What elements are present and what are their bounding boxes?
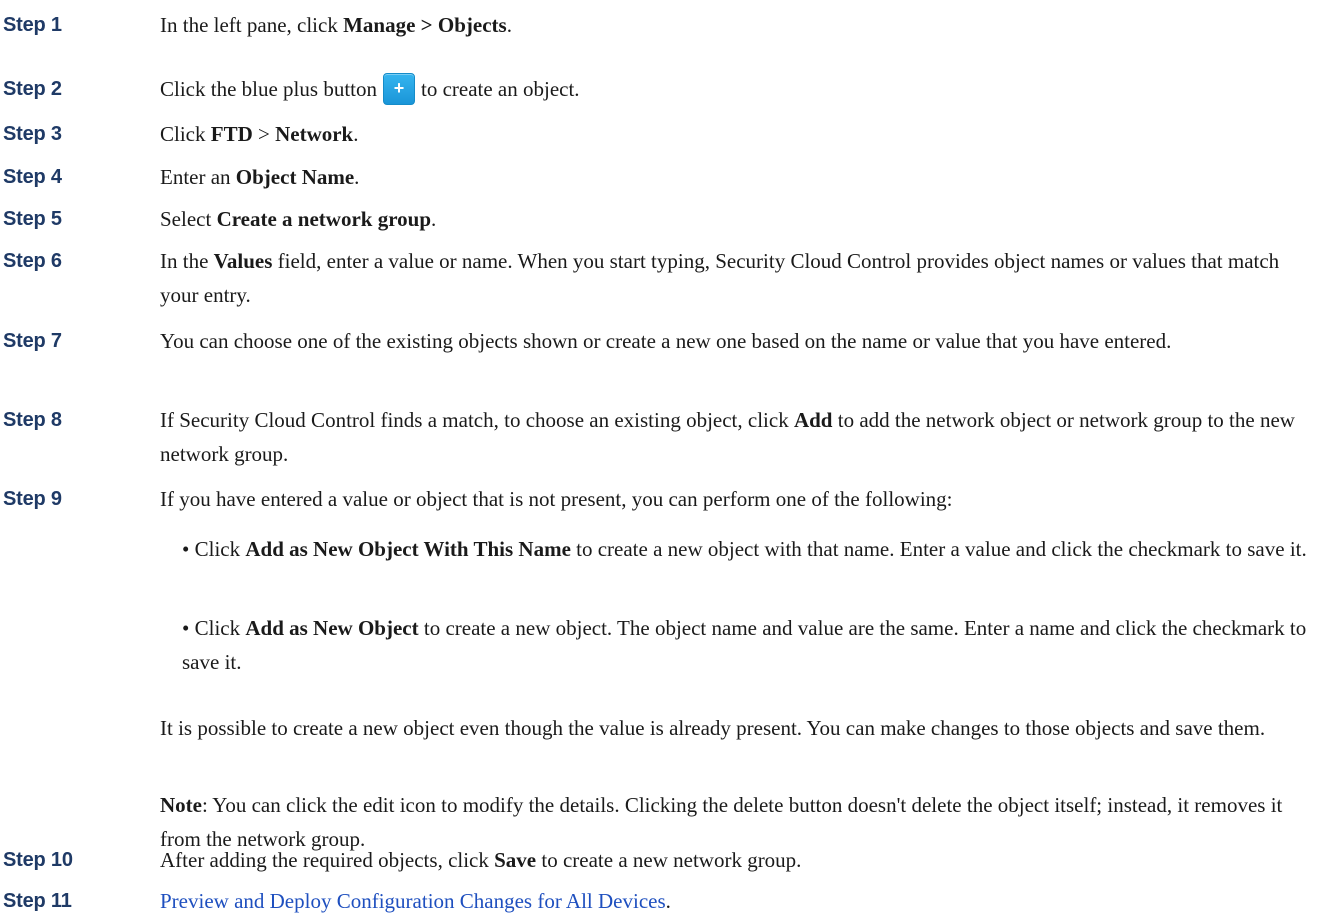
step-label: Step 9 bbox=[3, 488, 62, 510]
step-text: Click the blue plus button + to create an … bbox=[160, 72, 1310, 106]
blue-plus-button[interactable]: + bbox=[382, 73, 415, 105]
bullet-marker: • bbox=[182, 616, 190, 640]
step-text: Enter an Object Name. bbox=[160, 165, 360, 189]
step-label: Step 11 bbox=[3, 890, 72, 912]
preview-deploy-link[interactable]: Preview and Deploy Configuration Changes… bbox=[160, 889, 666, 913]
step-text: Click FTD > Network. bbox=[160, 122, 359, 146]
bullet-marker: • bbox=[182, 537, 190, 561]
step-text: You can choose one of the existing objec… bbox=[160, 329, 1172, 353]
step-label: Step 5 bbox=[3, 208, 62, 230]
list-item: • Click Add as New Object to create a ne… bbox=[182, 616, 1307, 674]
step-label: Step 4 bbox=[3, 166, 62, 188]
step-text: After adding the required objects, click… bbox=[160, 848, 802, 872]
step-label: Step 7 bbox=[3, 330, 62, 352]
step-label: Step 1 bbox=[3, 14, 62, 36]
step-text: In the Values field, enter a value or na… bbox=[160, 249, 1280, 307]
note-label: Note bbox=[160, 793, 202, 817]
step-label: Step 2 bbox=[3, 78, 62, 100]
step-9-paragraph: It is possible to create a new object ev… bbox=[160, 716, 1266, 740]
step-label: Step 8 bbox=[3, 409, 62, 431]
step-text: If Security Cloud Control finds a match,… bbox=[160, 408, 1295, 466]
list-item: • Click Add as New Object With This Name… bbox=[182, 537, 1307, 561]
step-text: Select Create a network group. bbox=[160, 207, 437, 231]
step-text: In the left pane, click Manage > Objects… bbox=[160, 13, 512, 37]
step-label: Step 10 bbox=[3, 849, 73, 871]
step-label: Step 6 bbox=[3, 250, 62, 272]
step-label: Step 3 bbox=[3, 123, 62, 145]
step-text: If you have entered a value or object th… bbox=[160, 487, 953, 511]
step-text: Preview and Deploy Configuration Changes… bbox=[160, 889, 671, 913]
plus-icon: + bbox=[393, 78, 405, 98]
